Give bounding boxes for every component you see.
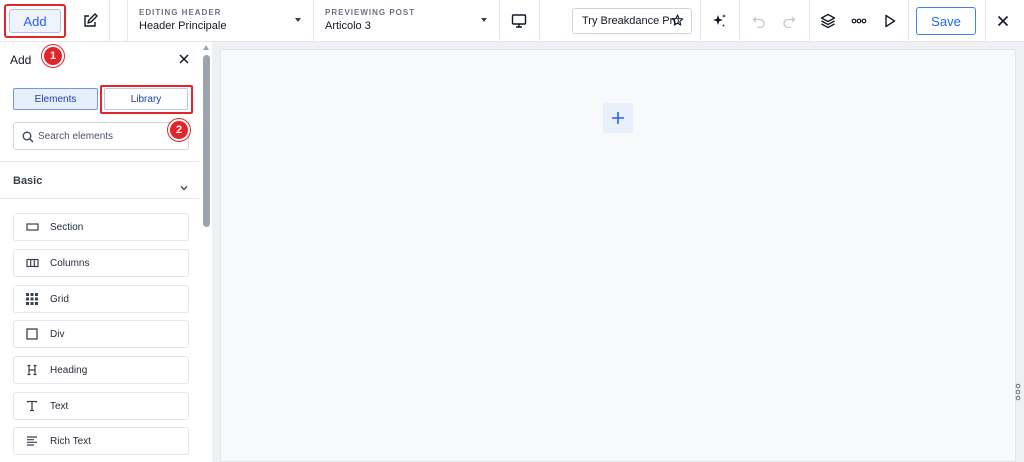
element-label: Columns: [50, 257, 90, 269]
search-icon: [22, 130, 34, 148]
previewing-post-value: Articolo 3: [325, 20, 371, 32]
panel-title: Add: [10, 53, 32, 67]
text-icon: [14, 392, 50, 420]
ai-sparkles-icon[interactable]: [707, 9, 731, 33]
divider: [313, 0, 314, 42]
divider: [908, 0, 909, 42]
element-item-text[interactable]: Text: [13, 392, 189, 420]
editing-header-selector[interactable]: EDITING HEADER Header Principale: [139, 8, 226, 32]
element-item-section[interactable]: Section: [13, 213, 189, 241]
close-builder-icon[interactable]: [991, 9, 1015, 33]
desktop-icon[interactable]: [507, 9, 531, 33]
step-badge-2: 2: [168, 119, 190, 141]
more-options-icon[interactable]: [847, 9, 871, 33]
resize-handle-icon[interactable]: [1015, 383, 1021, 401]
search-input[interactable]: [38, 126, 184, 146]
previewing-post-selector[interactable]: PREVIEWING POST Articolo 3: [325, 8, 415, 32]
top-toolbar: Add EDITING HEADER Header Principale PRE…: [0, 0, 1024, 42]
tab-library[interactable]: Library: [104, 88, 188, 110]
undo-icon[interactable]: [747, 9, 771, 33]
element-label: Div: [50, 328, 65, 340]
previewing-post-label: PREVIEWING POST: [325, 8, 416, 17]
divider: [0, 198, 200, 199]
element-item-rich-text[interactable]: Rich Text: [13, 427, 189, 455]
chevron-down-icon[interactable]: [180, 178, 188, 196]
element-label: Heading: [50, 364, 88, 376]
tab-elements[interactable]: Elements: [13, 88, 98, 110]
rich-text-icon: [14, 427, 50, 455]
scroll-up-arrow[interactable]: [203, 45, 209, 50]
divider: [985, 0, 986, 42]
element-label: Rich Text: [50, 435, 91, 447]
divider: [109, 0, 110, 42]
add-button[interactable]: Add: [9, 9, 61, 33]
try-pro-button[interactable]: Try Breakdance Pro: [572, 8, 692, 34]
add-button-highlight: Add: [4, 4, 66, 38]
element-label: Grid: [50, 293, 69, 305]
chevron-down-icon[interactable]: [295, 18, 301, 22]
element-item-heading[interactable]: Heading: [13, 356, 189, 384]
edit-icon[interactable]: [78, 9, 102, 33]
add-panel: Add Elements Library Basic Section Colum…: [0, 42, 212, 462]
divider: [739, 0, 740, 42]
element-label: Section: [50, 221, 84, 233]
divider: [0, 161, 200, 162]
close-icon[interactable]: [178, 52, 192, 66]
sparkle-star-icon: [671, 14, 684, 30]
element-label: Text: [50, 400, 69, 412]
columns-icon: [14, 249, 50, 277]
add-section-plus-button[interactable]: [603, 103, 633, 133]
redo-icon[interactable]: [777, 9, 801, 33]
section-icon: [14, 213, 50, 241]
element-item-columns[interactable]: Columns: [13, 249, 189, 277]
divider: [127, 0, 128, 42]
element-item-grid[interactable]: Grid: [13, 285, 189, 313]
divider: [499, 0, 500, 42]
chevron-down-icon[interactable]: [481, 18, 487, 22]
save-button[interactable]: Save: [916, 7, 976, 35]
heading-icon: [14, 356, 50, 384]
editing-header-label: EDITING HEADER: [139, 8, 222, 17]
scrollbar-thumb[interactable]: [203, 55, 210, 227]
divider: [700, 0, 701, 42]
play-preview-icon[interactable]: [878, 9, 902, 33]
try-pro-label: Try Breakdance Pro: [582, 15, 680, 27]
step-badge-1: 1: [42, 45, 64, 67]
layers-icon[interactable]: [816, 9, 840, 33]
category-heading[interactable]: Basic: [13, 175, 42, 187]
div-icon: [14, 320, 50, 348]
grid-icon: [14, 285, 50, 313]
element-item-div[interactable]: Div: [13, 320, 189, 348]
divider: [809, 0, 810, 42]
divider: [539, 0, 540, 42]
editing-header-value: Header Principale: [139, 20, 227, 32]
search-box: [13, 122, 189, 150]
